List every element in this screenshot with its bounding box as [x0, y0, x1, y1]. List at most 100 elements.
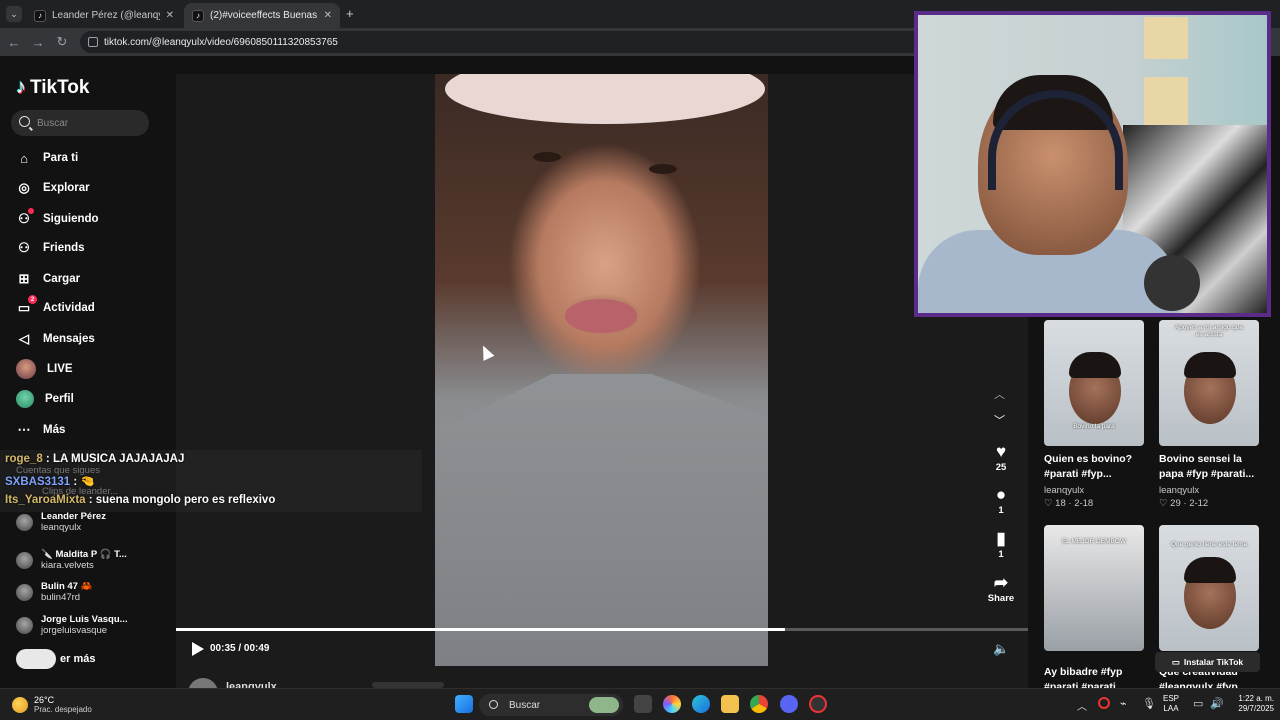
- thumb-caption: Bovino la para: [1073, 423, 1115, 430]
- nav-item-cargar[interactable]: ⊞ Cargar: [16, 268, 81, 290]
- tiktok-favicon-icon: ♪: [192, 9, 204, 22]
- nav-item-para-ti[interactable]: ⌂ Para ti: [16, 147, 78, 169]
- more-icon: ⋯: [17, 422, 31, 437]
- related-thumbnail[interactable]: Apoyen a mi amigo que es artista: [1159, 320, 1259, 446]
- tray-chevron-icon[interactable]: ︿: [1077, 698, 1087, 713]
- layout-code: LAA: [1163, 704, 1179, 713]
- following-item[interactable]: 🔪 Maldita P 🎧 T... kiara.velvets: [16, 544, 127, 576]
- new-tab-button[interactable]: +: [346, 6, 354, 21]
- related-likes: 29: [1170, 498, 1181, 509]
- nav-item-actividad[interactable]: ▭ 2 Actividad: [16, 295, 95, 319]
- nav-item-mas[interactable]: ⋯ Más: [16, 419, 66, 441]
- nav-item-siguiendo[interactable]: ⚇ Siguiendo: [16, 208, 99, 230]
- tiktok-logo[interactable]: ♪ TikTok: [16, 76, 89, 99]
- nav-item-live[interactable]: LIVE: [16, 358, 73, 380]
- tray-mic-icon[interactable]: 🎙: [1142, 697, 1156, 710]
- related-author[interactable]: leanqyulx: [1159, 485, 1199, 496]
- following-name: Leander Pérez: [41, 511, 106, 522]
- following-item[interactable]: Bulin 47 🦀 bulin47rd: [16, 576, 92, 608]
- video-frame-cap: [445, 74, 765, 124]
- share-button[interactable]: ➦ Share: [985, 573, 1017, 604]
- related-title[interactable]: Quien es bovino? #parati #fyp...: [1044, 452, 1148, 482]
- task-view-icon[interactable]: [634, 695, 652, 713]
- message-icon: ◁: [19, 331, 29, 346]
- stream-chat-overlay: roge_8 : LA MUSICA JAJAJAJAJ SXBAS3131 :…: [0, 450, 422, 512]
- nav-label: Mensajes: [43, 333, 95, 345]
- following-name: Jorge Luis Vasqu...: [41, 614, 128, 625]
- nav-label: Explorar: [43, 182, 90, 194]
- chevron-down-icon[interactable]: ﹀: [994, 412, 1005, 428]
- language-indicator[interactable]: ESP LAA: [1163, 694, 1179, 714]
- browser-tab-video[interactable]: ♪ (2)#voiceeffects Buenas noche ✕: [184, 3, 340, 28]
- taskbar-search-input[interactable]: Buscar: [479, 694, 623, 716]
- webcam-feed: [918, 15, 1267, 313]
- site-info-icon[interactable]: [88, 37, 98, 47]
- search-input[interactable]: Buscar: [11, 110, 149, 136]
- like-button[interactable]: ♥ 25: [985, 442, 1017, 473]
- avatar: [16, 616, 33, 634]
- tiktok-favicon-icon: ♪: [34, 9, 46, 22]
- tray-app-icon[interactable]: [1098, 697, 1110, 709]
- bookmark-icon: ▮: [996, 529, 1006, 548]
- chevron-up-icon[interactable]: ︿: [994, 386, 1005, 402]
- related-thumbnail[interactable]: Bovino la para: [1044, 320, 1144, 446]
- chat-message: SXBAS3131 : 🤏: [5, 474, 95, 488]
- play-icon[interactable]: [192, 642, 204, 656]
- tray-display-icon[interactable]: ▭: [1193, 697, 1203, 710]
- nav-item-perfil[interactable]: Perfil: [16, 388, 74, 410]
- close-tab-icon[interactable]: ✕: [324, 10, 332, 21]
- search-icon: [19, 116, 30, 127]
- following-item[interactable]: Jorge Luis Vasqu... jorgeluisvasque: [16, 609, 128, 641]
- save-button[interactable]: ▮ 1: [985, 529, 1017, 560]
- comment-button[interactable]: ● 1: [985, 485, 1017, 516]
- see-more-link[interactable]: er más: [16, 649, 95, 669]
- install-tiktok-button[interactable]: ▭ Instalar TikTok: [1155, 652, 1260, 672]
- video-frame-eye: [649, 164, 677, 174]
- clock-time: 1:22 a. m.: [1238, 694, 1274, 703]
- app-overlay-icon: [16, 649, 56, 669]
- thumb-hair: [1069, 352, 1121, 378]
- windows-start-icon[interactable]: [455, 695, 473, 713]
- time-readout: 00:35 / 00:49: [210, 643, 270, 654]
- edge-icon[interactable]: [692, 695, 710, 713]
- nav-label: Actividad: [43, 302, 95, 314]
- tab-title: Leander Pérez (@leanqyulx) | TikTok: [52, 10, 160, 21]
- weather-widget[interactable]: 26°C Prac. despejado: [12, 695, 92, 714]
- back-icon[interactable]: ←: [6, 34, 22, 50]
- discord-icon[interactable]: [780, 695, 798, 713]
- file-explorer-icon[interactable]: [721, 695, 739, 713]
- install-label: Instalar TikTok: [1183, 657, 1244, 667]
- app-icon[interactable]: [809, 695, 827, 713]
- nav-item-explorar[interactable]: ◎ Explorar: [16, 177, 90, 199]
- copilot-icon[interactable]: [663, 695, 681, 713]
- video-frame-shirt: [435, 374, 768, 666]
- video-player[interactable]: [435, 74, 768, 666]
- sidebar: ♪ TikTok Buscar ⌂ Para ti ◎ Explorar ⚇ S…: [0, 56, 176, 688]
- chrome-icon[interactable]: [750, 695, 768, 713]
- following-name: 🔪 Maldita P 🎧 T...: [41, 549, 127, 560]
- video-progress-bar[interactable]: [176, 628, 1028, 631]
- reload-icon[interactable]: ↻: [54, 34, 70, 50]
- related-thumbnail[interactable]: EL MEJOR DEMBOW: [1044, 525, 1144, 651]
- volume-icon[interactable]: 🔈: [993, 641, 1009, 657]
- tab-search-button[interactable]: ⌄: [6, 6, 22, 22]
- related-title[interactable]: Bovino sensei la papa #fyp #parati...: [1159, 452, 1263, 482]
- nav-item-friends[interactable]: ⚇ Friends: [16, 237, 84, 259]
- close-tab-icon[interactable]: ✕: [166, 10, 174, 21]
- weather-sun-icon: [12, 696, 28, 713]
- forward-icon[interactable]: →: [30, 34, 46, 50]
- related-title[interactable]: Ay bibadre #fyp #parati #parati...: [1044, 665, 1148, 688]
- system-clock[interactable]: 1:22 a. m. 29/7/2025: [1228, 694, 1274, 714]
- share-label: Share: [987, 593, 1015, 604]
- thumb-hair: [1184, 557, 1236, 583]
- browser-tab-profile[interactable]: ♪ Leander Pérez (@leanqyulx) | TikTok ✕: [26, 3, 182, 28]
- tray-volume-icon[interactable]: 🔊: [1210, 697, 1224, 710]
- tray-network-icon[interactable]: ⌁: [1120, 697, 1127, 710]
- video-frame-eye: [533, 152, 561, 162]
- following-handle: bulin47rd: [41, 592, 81, 603]
- related-thumbnail[interactable]: Que genio tiene este tema: [1159, 525, 1259, 651]
- related-author[interactable]: leanqyulx: [1044, 485, 1084, 496]
- nav-item-mensajes[interactable]: ◁ Mensajes: [16, 328, 95, 350]
- chat-text: : LA MUSICA JAJAJAJAJ: [45, 453, 185, 465]
- thumb-caption: Que genio tiene este tema: [1170, 541, 1248, 548]
